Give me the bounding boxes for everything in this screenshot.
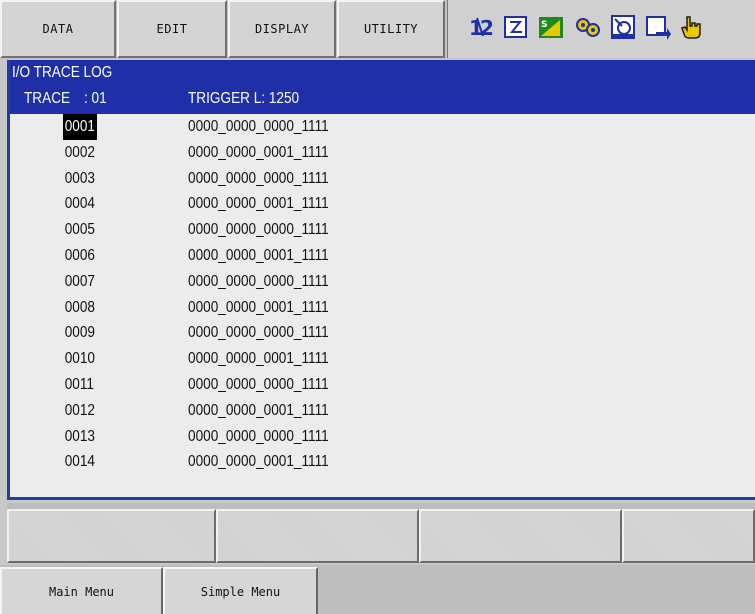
row-number: 0006 [64,247,95,264]
function-key-2[interactable] [216,509,419,563]
list-item[interactable]: 0012 0000_0000_0001_1111 [10,398,755,424]
list-item[interactable]: 0011 0000_0000_0000_1111 [10,372,755,398]
bottom-menu-bar: Main Menu Simple Menu [0,565,755,614]
panel-header: I/O TRACE LOG TRACE : 01 TRIGGER L: 1250 [10,60,755,114]
menu-data-button[interactable]: DATA [0,0,116,58]
status-icon-area: 1 2 S [447,0,755,58]
list-item[interactable]: 0006 0000_0000_0001_1111 [10,243,755,269]
row-value: 0000_0000_0001_1111 [188,247,329,264]
list-item[interactable]: 0008 0000_0000_0001_1111 [10,295,755,321]
row-value: 0000_0000_0001_1111 [188,350,329,368]
row-number: 0010 [64,350,95,368]
row-value: 0000_0000_0001_1111 [188,401,329,419]
row-number: 0012 [64,401,95,419]
row-number: 0009 [64,324,95,342]
function-key-4[interactable] [622,509,755,563]
svg-text:2: 2 [480,16,494,40]
signal-icon: S [539,17,563,38]
row-number: 0001 [63,114,97,140]
row-value: 0000_0000_0001_1111 [188,298,329,316]
row-number: 0013 [64,427,95,445]
number-12-icon: 1 2 [469,16,494,40]
row-number: 0002 [64,143,95,161]
list-item[interactable]: 0003 0000_0000_0000_1111 [10,166,755,192]
svg-text:S: S [541,20,547,30]
simple-menu-button[interactable]: Simple Menu [163,567,318,614]
row-number: 0011 [64,376,94,393]
row-number: 0005 [64,221,95,239]
screen-arrow-icon [646,16,671,40]
row-value: 0000_0000_0000_1111 [188,118,329,135]
trace-label: TRACE [24,90,71,107]
row-value: 0000_0000_0000_1111 [188,376,329,393]
main-menu-button[interactable]: Main Menu [0,567,163,614]
list-item[interactable]: 0013 0000_0000_0000_1111 [10,424,755,450]
top-menu-bar: DATA EDIT DISPLAY UTILITY 1 2 S [0,0,755,60]
io-trace-log-panel: I/O TRACE LOG TRACE : 01 TRIGGER L: 1250… [7,60,755,500]
row-value: 0000_0000_0001_1111 [188,453,329,471]
row-value: 0000_0000_0000_1111 [188,169,329,187]
list-item[interactable]: 0007 0000_0000_0000_1111 [10,269,755,295]
row-number: 0014 [64,453,95,471]
list-item[interactable]: 0005 0000_0000_0000_1111 [10,217,755,243]
menu-display-button[interactable]: DISPLAY [228,0,336,58]
menu-edit-button[interactable]: EDIT [117,0,227,58]
robot-icon [611,15,635,39]
trigger-line: TRIGGER L: 1250 [188,90,300,107]
row-number: 0007 [64,272,95,290]
row-value: 0000_0000_0000_1111 [188,324,329,342]
row-value: 0000_0000_0000_1111 [188,427,329,445]
gear-chain-icon [576,18,600,37]
row-number: 0003 [64,169,95,187]
page-title: I/O TRACE LOG [12,64,113,81]
row-number: 0008 [64,298,95,316]
row-value: 0000_0000_0001_1111 [188,143,329,161]
list-item[interactable]: 0001 0000_0000_0000_1111 [10,114,755,140]
row-value: 0000_0000_0000_1111 [188,221,329,239]
function-key-1[interactable] [7,509,216,563]
row-number: 0004 [64,195,95,213]
function-key-strip [7,503,755,563]
row-value: 0000_0000_0000_1111 [188,272,329,290]
list-item[interactable]: 0002 0000_0000_0001_1111 [10,140,755,166]
trace-number: : 01 [84,90,107,107]
row-value: 0000_0000_0001_1111 [188,195,329,213]
hand-pointer-icon [681,16,701,39]
list-item[interactable]: 0010 0000_0000_0001_1111 [10,346,755,372]
list-item[interactable]: 0004 0000_0000_0001_1111 [10,191,755,217]
function-key-3[interactable] [419,509,622,563]
menu-utility-button[interactable]: UTILITY [337,0,445,58]
list-item[interactable]: 0014 0000_0000_0001_1111 [10,449,755,475]
list-item[interactable]: 0009 0000_0000_0000_1111 [10,320,755,346]
edit-mode-icon [504,16,527,38]
